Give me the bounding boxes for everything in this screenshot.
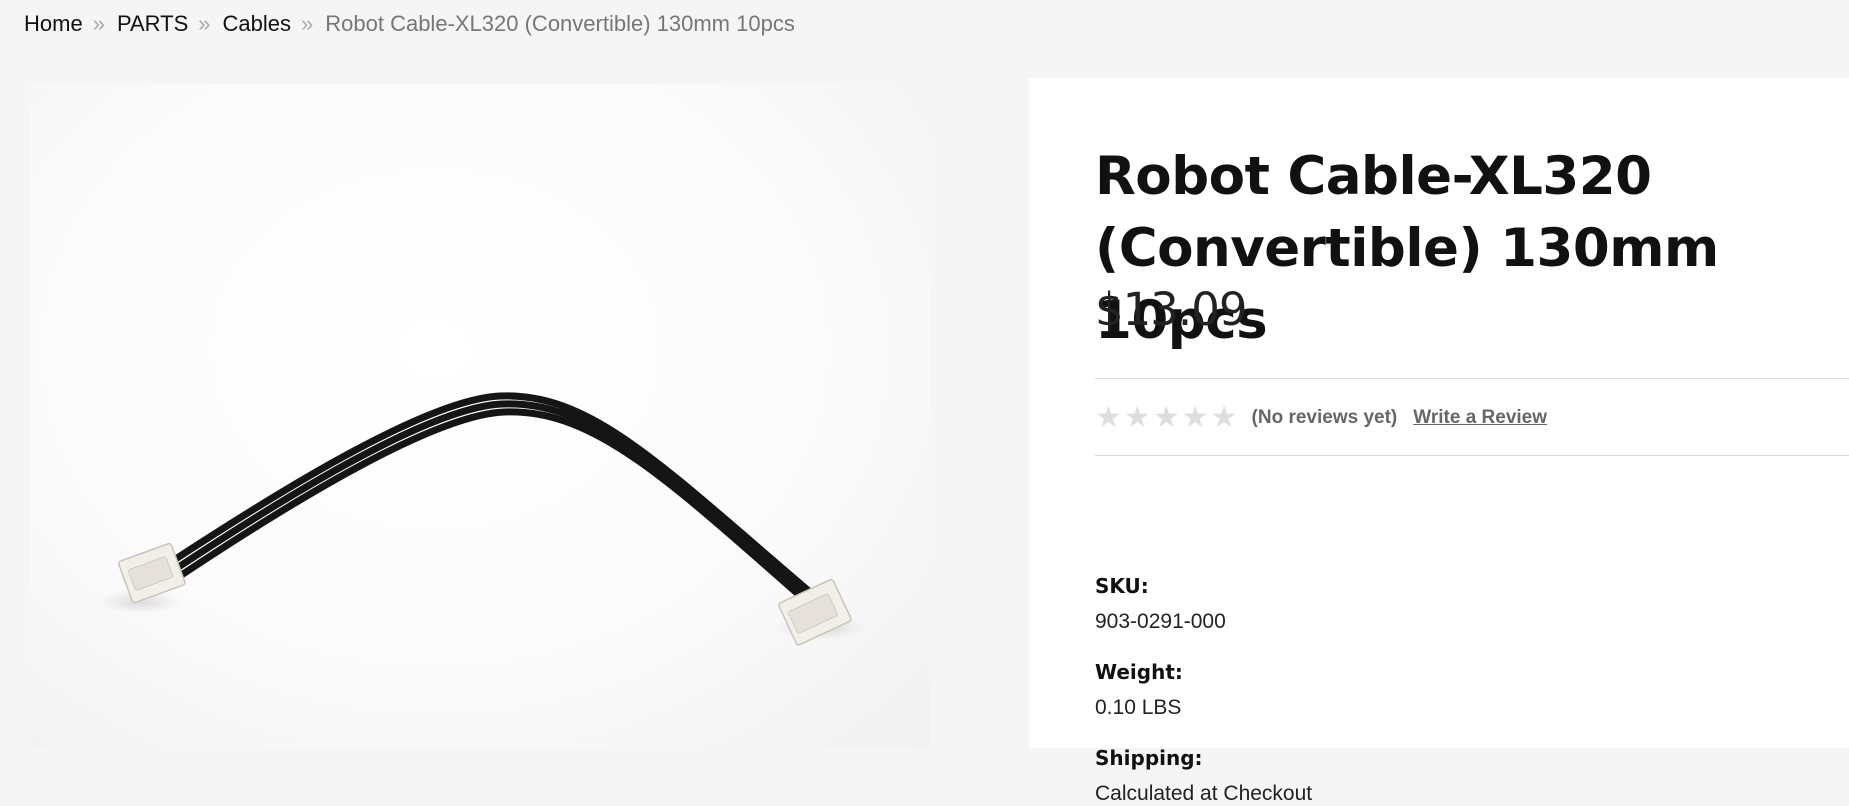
cable-photo [98,392,866,646]
breadcrumb-cables[interactable]: Cables [223,10,291,38]
star-icon: ★ [1152,401,1180,434]
rating-stars: ★ ★ ★ ★ ★ [1095,403,1238,433]
write-review-link[interactable]: Write a Review [1413,407,1547,429]
star-icon: ★ [1181,401,1209,434]
product-details-panel: Robot Cable-XL320 (Convertible) 130mm 10… [1029,78,1849,805]
star-icon: ★ [1210,401,1238,434]
shipping-value: Calculated at Checkout [1095,782,1313,805]
breadcrumb-separator-icon: » [92,11,105,36]
breadcrumb-separator-icon: » [301,11,314,36]
product-price: $13.09 [1095,283,1247,336]
weight-label: Weight: [1095,660,1183,684]
breadcrumb: Home » PARTS » Cables » Robot Cable-XL32… [24,10,795,38]
no-reviews-text: (No reviews yet) [1251,407,1398,428]
breadcrumb-parts[interactable]: PARTS [117,10,188,38]
breadcrumb-home[interactable]: Home [24,10,83,38]
star-icon: ★ [1095,401,1122,434]
weight-spec: Weight: 0.10 LBS [1095,660,1183,720]
product-image[interactable] [30,84,930,748]
star-icon: ★ [1123,401,1151,434]
shipping-spec: Shipping: Calculated at Checkout [1095,746,1312,806]
shipping-label: Shipping: [1095,746,1203,770]
divider [1095,455,1849,456]
breadcrumb-current: Robot Cable-XL320 (Convertible) 130mm 10… [325,11,795,36]
rating-row: ★ ★ ★ ★ ★ (No reviews yet) Write a Revie… [1095,400,1547,436]
weight-value: 0.10 LBS [1095,696,1182,719]
breadcrumb-separator-icon: » [198,11,211,36]
sku-value: 903-0291-000 [1095,610,1226,633]
sku-label: SKU: [1095,574,1149,598]
divider [1095,378,1849,379]
sku-spec: SKU: 903-0291-000 [1095,574,1226,634]
